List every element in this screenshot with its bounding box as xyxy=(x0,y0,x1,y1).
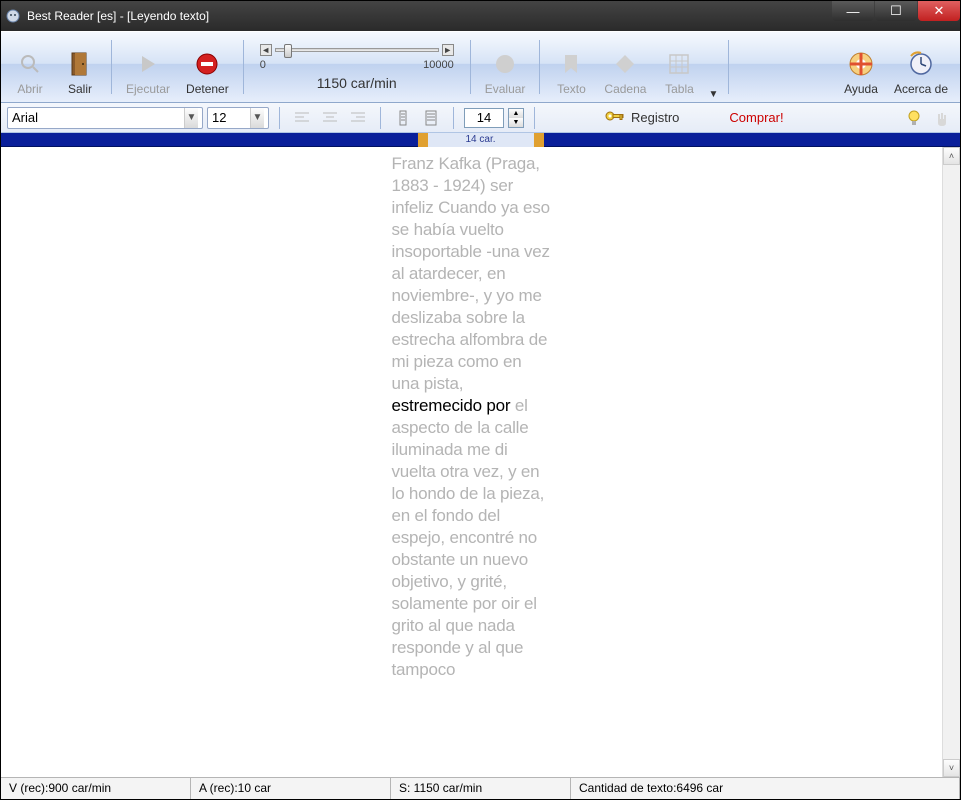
text-before: Franz Kafka (Praga, 1883 - 1924) ser inf… xyxy=(392,154,550,393)
main-toolbar: Abrir Salir Ejecutar Detener xyxy=(1,31,960,103)
status-bar: V (rec):900 car/min A (rec):10 car S: 11… xyxy=(1,777,960,799)
stop-button[interactable]: Detener xyxy=(180,46,235,100)
align-center-button[interactable] xyxy=(318,107,342,129)
evaluate-button[interactable]: Evaluar xyxy=(479,46,532,100)
chars-spinner[interactable]: ▲▼ xyxy=(508,108,524,128)
speed-control: ◄ ► 0 10000 1150 car/min xyxy=(252,34,462,100)
help-button[interactable]: Ayuda xyxy=(838,46,884,100)
stop-icon xyxy=(193,50,221,78)
status-count: Cantidad de texto:6496 car xyxy=(571,778,960,799)
stop-label: Detener xyxy=(186,82,229,96)
column-width-marker[interactable]: 14 car. xyxy=(417,133,543,147)
maximize-button[interactable]: ☐ xyxy=(875,1,917,21)
open-button[interactable]: Abrir xyxy=(7,46,53,100)
status-a: A (rec):10 car xyxy=(191,778,391,799)
fontsize-selector[interactable]: 12 ▼ xyxy=(207,107,269,129)
about-button[interactable]: Acerca de xyxy=(888,46,954,100)
help-label: Ayuda xyxy=(844,82,878,96)
scale-max: 10000 xyxy=(423,59,454,71)
table-button[interactable]: Tabla xyxy=(656,46,702,100)
hand-button[interactable] xyxy=(930,107,954,129)
string-label: Cadena xyxy=(604,82,646,96)
run-button[interactable]: Ejecutar xyxy=(120,46,176,100)
status-s: S: 1150 car/min xyxy=(391,778,571,799)
chevron-down-icon: ▼ xyxy=(184,108,198,128)
font-selector[interactable]: Arial ▼ xyxy=(7,107,203,129)
format-toolbar: Arial ▼ 12 ▼ ▲▼ Registro Comprar! xyxy=(1,103,960,133)
lifebuoy-icon xyxy=(847,50,875,78)
string-button[interactable]: Cadena xyxy=(598,46,652,100)
column-indicator-bar: 14 car. xyxy=(1,133,960,147)
text-column: Franz Kafka (Praga, 1883 - 1924) ser inf… xyxy=(392,153,552,681)
run-label: Ejecutar xyxy=(126,82,170,96)
toolbar-overflow[interactable]: ▼ xyxy=(706,83,720,100)
speed-readout: 1150 car/min xyxy=(317,75,397,91)
titlebar[interactable]: Best Reader [es] - [Leyendo texto] — ☐ ✕ xyxy=(1,1,960,31)
window-title: Best Reader [es] - [Leyendo texto] xyxy=(27,9,209,23)
exit-label: Salir xyxy=(68,82,92,96)
status-v: V (rec):900 car/min xyxy=(1,778,191,799)
grid-icon xyxy=(665,50,693,78)
key-icon xyxy=(605,109,625,126)
play-icon xyxy=(134,50,162,78)
buy-button[interactable]: Comprar! xyxy=(719,108,793,127)
speed-slider[interactable] xyxy=(275,48,439,52)
vertical-scrollbar[interactable]: ˄ ˅ xyxy=(942,147,960,777)
close-button[interactable]: ✕ xyxy=(918,1,960,21)
minimize-button[interactable]: — xyxy=(832,1,874,21)
chevron-down-icon: ▼ xyxy=(250,108,264,128)
content-area: Franz Kafka (Praga, 1883 - 1924) ser inf… xyxy=(1,147,960,777)
clock-icon xyxy=(907,50,935,78)
text-label: Texto xyxy=(557,82,586,96)
bookmark-icon xyxy=(557,50,585,78)
fontsize-value: 12 xyxy=(212,110,247,125)
text-highlight: estremecido por xyxy=(392,396,511,415)
app-window: Best Reader [es] - [Leyendo texto] — ☐ ✕… xyxy=(0,0,961,800)
scroll-up-button[interactable]: ˄ xyxy=(943,147,960,165)
diamond-icon xyxy=(611,50,639,78)
column-wide-button[interactable] xyxy=(419,107,443,129)
speed-thumb[interactable] xyxy=(284,44,292,58)
table-label: Tabla xyxy=(665,82,694,96)
bulb-button[interactable] xyxy=(902,107,926,129)
register-button[interactable]: Registro xyxy=(599,107,685,128)
reading-pane[interactable]: Franz Kafka (Praga, 1883 - 1924) ser inf… xyxy=(1,147,942,777)
about-label: Acerca de xyxy=(894,82,948,96)
exit-button[interactable]: Salir xyxy=(57,46,103,100)
speed-increase[interactable]: ► xyxy=(442,44,454,56)
circle-icon xyxy=(491,50,519,78)
column-narrow-button[interactable] xyxy=(391,107,415,129)
font-value: Arial xyxy=(12,110,181,125)
app-icon xyxy=(5,8,21,24)
chars-input[interactable] xyxy=(464,108,504,128)
scale-min: 0 xyxy=(260,59,266,71)
evaluate-label: Evaluar xyxy=(485,82,526,96)
align-left-button[interactable] xyxy=(290,107,314,129)
register-label: Registro xyxy=(631,110,679,125)
align-right-button[interactable] xyxy=(346,107,370,129)
door-icon xyxy=(66,50,94,78)
speed-decrease[interactable]: ◄ xyxy=(260,44,272,56)
scroll-track[interactable] xyxy=(943,165,960,759)
text-after: el aspecto de la calle iluminada me di v… xyxy=(392,396,545,679)
open-label: Abrir xyxy=(17,82,42,96)
magnify-icon xyxy=(16,50,44,78)
text-button[interactable]: Texto xyxy=(548,46,594,100)
scroll-down-button[interactable]: ˅ xyxy=(943,759,960,777)
